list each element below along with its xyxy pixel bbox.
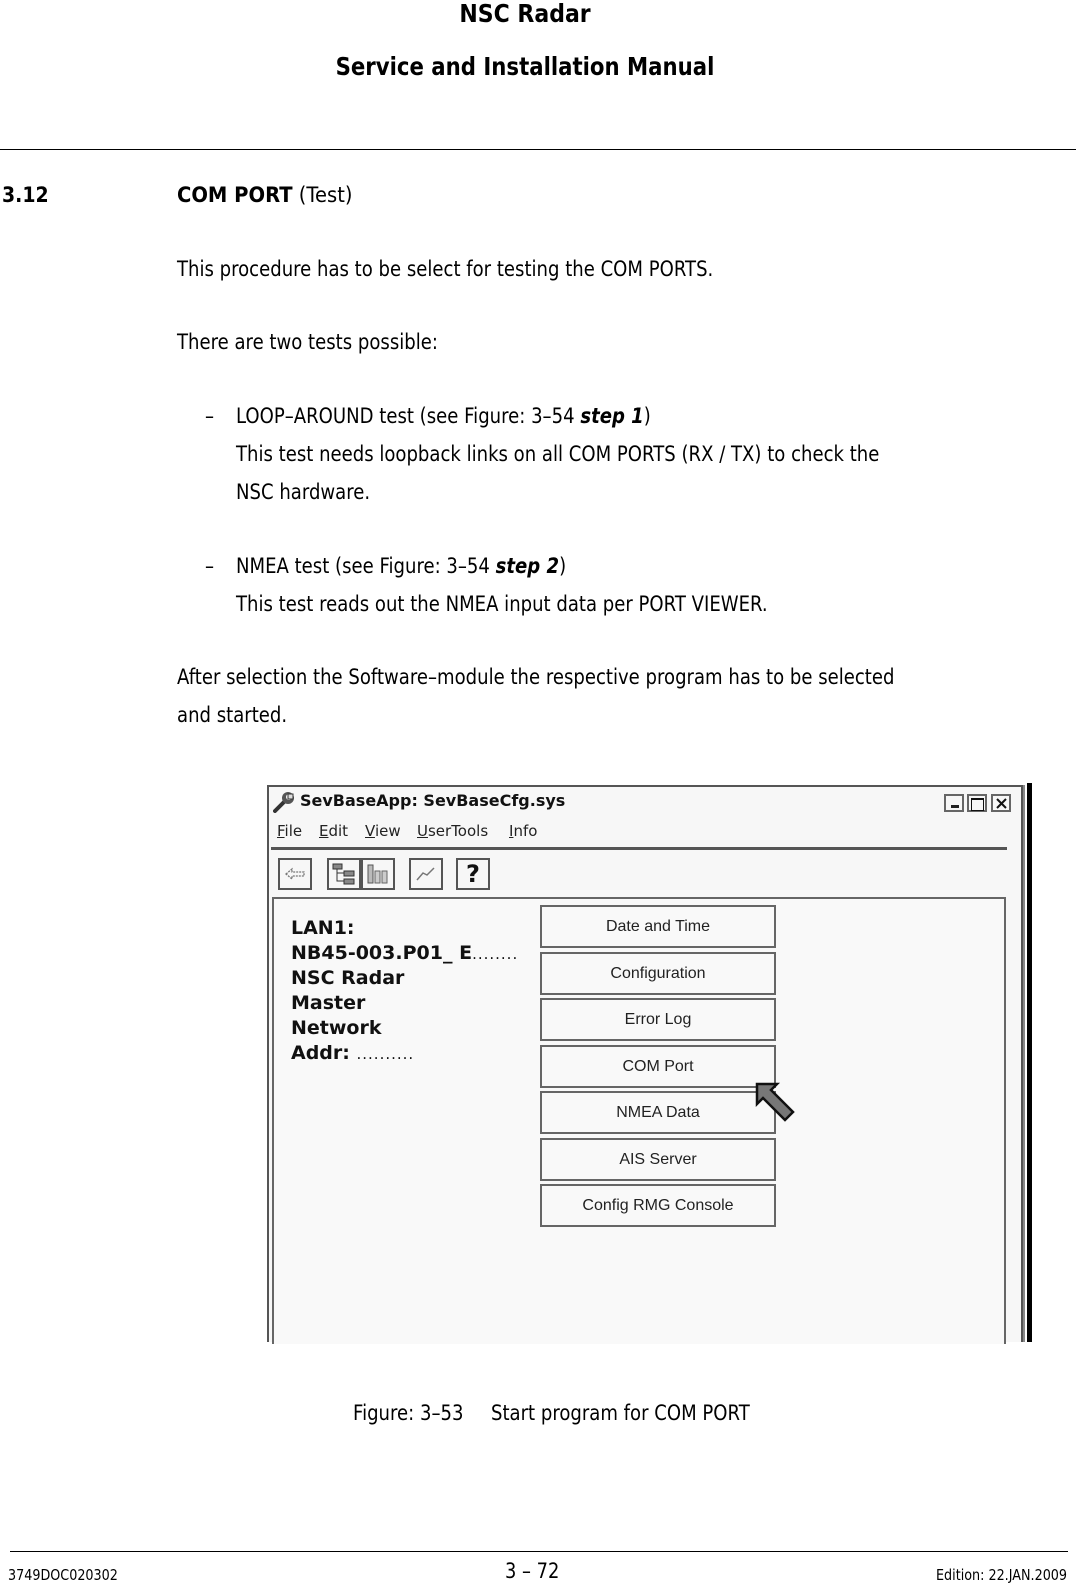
- toolbar-help-button[interactable]: ?: [456, 858, 490, 890]
- window-title: SevBaseApp: SevBaseCfg.sys: [300, 791, 566, 810]
- footer-divider: [10, 1551, 1068, 1552]
- after-paragraph-line1: After selection the Software–module the …: [177, 665, 895, 689]
- pointer-arrow-icon: [755, 1082, 795, 1122]
- info-device: NB45-003.P01_ E........: [291, 942, 518, 964]
- menu-usertools-label: serTools: [427, 822, 489, 840]
- toolbar-chart-button[interactable]: [409, 858, 443, 890]
- menu-usertools-mnemonic: U: [417, 822, 428, 840]
- ais-server-button[interactable]: AIS Server: [540, 1138, 776, 1181]
- after-paragraph-line2: and started.: [177, 703, 288, 727]
- nmea-data-button[interactable]: NMEA Data: [540, 1091, 776, 1134]
- menu-edit[interactable]: Edit: [319, 822, 348, 840]
- document-subtitle: Service and Installation Manual: [335, 52, 715, 81]
- test-2-bullet: –: [205, 554, 215, 578]
- maximize-button[interactable]: [967, 794, 987, 812]
- info-addr-dots: ..........: [356, 1045, 415, 1063]
- menu-file-label: ile: [284, 822, 303, 840]
- info-addr: Addr: ..........: [291, 1042, 414, 1064]
- test-2-close: ): [559, 554, 567, 578]
- info-network: Network: [291, 1017, 382, 1039]
- close-button[interactable]: [991, 794, 1011, 812]
- test-1-bullet: –: [205, 404, 215, 428]
- config-rmg-console-button[interactable]: Config RMG Console: [540, 1184, 776, 1227]
- intro-paragraph: This procedure has to be select for test…: [177, 257, 714, 281]
- header-divider: [0, 149, 1076, 150]
- menu-bar: File Edit View UserTools Info: [269, 822, 1021, 844]
- test-1-desc-line2: NSC hardware.: [236, 480, 371, 504]
- toolbar-back-button[interactable]: [278, 858, 312, 890]
- menu-view-mnemonic: V: [365, 822, 375, 840]
- test-2-desc-line1: This test reads out the NMEA input data …: [236, 592, 768, 616]
- info-role: Master: [291, 992, 366, 1014]
- info-device-dots: ........: [472, 945, 519, 963]
- info-product: NSC Radar: [291, 967, 405, 989]
- app-window: SevBaseApp: SevBaseCfg.sys File Edit Vie…: [267, 785, 1023, 1344]
- figure-caption: Figure: 3–53 Start program for COM PORT: [353, 1400, 750, 1426]
- figure-caption-label: Figure: 3–53: [353, 1401, 464, 1425]
- test-2-heading: NMEA test (see Figure: 3–54 step 2): [236, 553, 566, 579]
- menu-usertools[interactable]: UserTools: [417, 822, 488, 840]
- back-arrow-icon: [284, 867, 305, 881]
- footer-page-number: 3 – 72: [505, 1559, 560, 1583]
- tests-intro-paragraph: There are two tests possible:: [177, 330, 438, 354]
- menu-edit-label: dit: [328, 822, 349, 840]
- date-and-time-button[interactable]: Date and Time: [540, 905, 776, 948]
- chart-line-icon: [416, 867, 435, 881]
- error-log-button[interactable]: Error Log: [540, 998, 776, 1041]
- window-titlebar: SevBaseApp: SevBaseCfg.sys: [269, 787, 1021, 817]
- section-title-rest: (Test): [292, 183, 353, 207]
- test-2-step: step 2: [495, 554, 560, 578]
- document-title: NSC Radar: [459, 0, 591, 28]
- test-1-heading: LOOP–AROUND test (see Figure: 3–54 step …: [236, 403, 651, 429]
- footer-doc-id: 3749DOC020302: [8, 1566, 118, 1584]
- close-icon: [996, 798, 1007, 809]
- test-1-desc-line1: This test needs loopback links on all CO…: [236, 442, 880, 466]
- test-2-heading-text: NMEA test (see Figure: 3–54: [236, 554, 496, 578]
- help-icon: ?: [466, 860, 480, 888]
- menu-file[interactable]: File: [277, 822, 302, 840]
- maximize-icon: [971, 798, 984, 811]
- menu-view[interactable]: View: [365, 822, 401, 840]
- footer-edition: Edition: 22.JAN.2009: [936, 1566, 1068, 1584]
- toolbar-modules-button[interactable]: [361, 858, 395, 890]
- wrench-app-icon: [273, 792, 294, 813]
- window-shadow: [1027, 783, 1032, 1342]
- menu-info-label: nfo: [513, 822, 538, 840]
- info-device-id: NB45-003.P01_ E: [291, 942, 473, 964]
- test-1-heading-text: LOOP–AROUND test (see Figure: 3–54: [236, 404, 581, 428]
- tree-view-icon: [332, 863, 355, 885]
- menu-info[interactable]: Info: [509, 822, 537, 840]
- module-list-icon: [367, 864, 388, 884]
- menu-separator: [271, 847, 1007, 850]
- test-1-step: step 1: [580, 404, 644, 428]
- info-lan: LAN1:: [291, 917, 355, 939]
- configuration-button[interactable]: Configuration: [540, 952, 776, 995]
- minimize-icon: [951, 805, 959, 808]
- com-port-button[interactable]: COM Port: [540, 1045, 776, 1088]
- minimize-button[interactable]: [944, 794, 964, 812]
- toolbar-tree-button[interactable]: [327, 858, 361, 890]
- test-1-close: ): [643, 404, 651, 428]
- section-title: COM PORT (Test): [177, 183, 352, 207]
- figure-caption-text: Start program for COM PORT: [490, 1401, 750, 1425]
- client-area: LAN1: NB45-003.P01_ E........ NSC Radar …: [272, 897, 1006, 1344]
- section-title-bold: COM PORT: [177, 183, 293, 207]
- menu-view-label: iew: [374, 822, 401, 840]
- menu-file-mnemonic: F: [277, 822, 285, 840]
- section-number: 3.12: [2, 183, 49, 207]
- info-addr-label: Addr:: [291, 1042, 350, 1064]
